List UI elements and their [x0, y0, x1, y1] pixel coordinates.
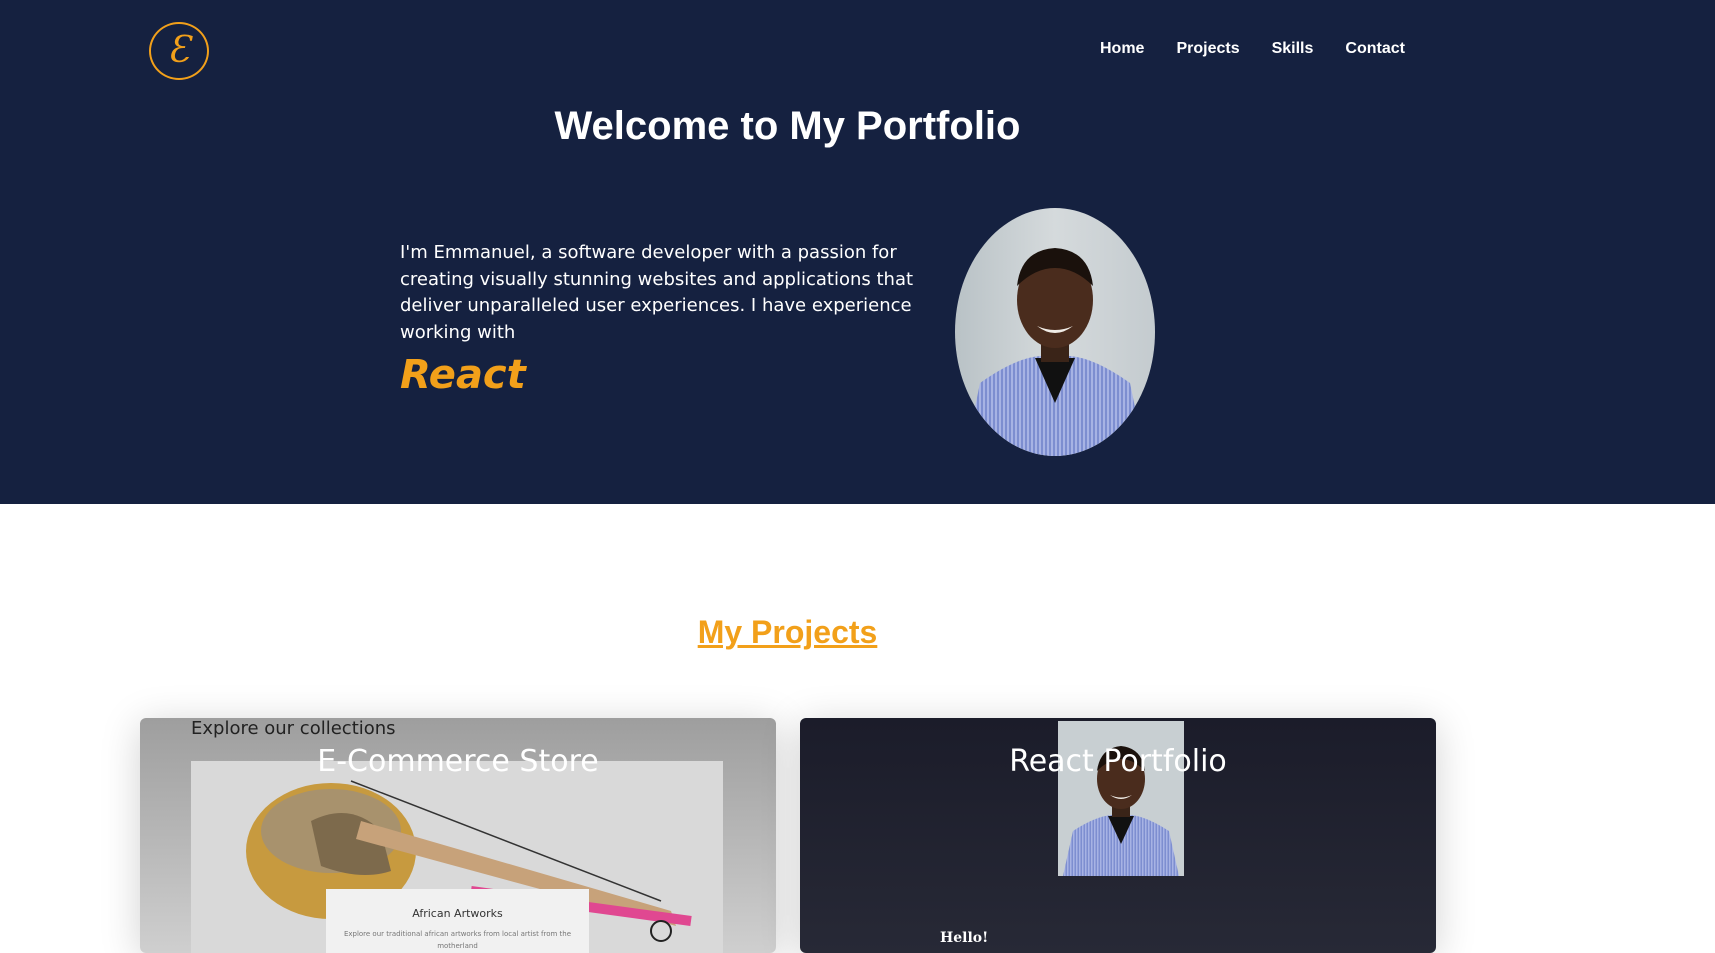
nav-home[interactable]: Home: [1100, 40, 1144, 58]
projects-heading[interactable]: My Projects: [0, 614, 1575, 651]
explore-text: Explore our collections: [191, 718, 396, 739]
hello-text: Hello!: [940, 930, 989, 946]
logo[interactable]: Ɛ: [149, 22, 209, 80]
card-title-ecommerce: E-Commerce Store: [317, 744, 599, 779]
nav-projects[interactable]: Projects: [1176, 40, 1239, 58]
artworks-box-title: African Artworks: [412, 907, 503, 920]
artworks-box: African Artworks Explore our traditional…: [326, 889, 589, 953]
nav-contact[interactable]: Contact: [1345, 40, 1405, 58]
nav-skills[interactable]: Skills: [1272, 40, 1314, 58]
main-nav: Home Projects Skills Contact: [1100, 40, 1405, 58]
page-title: Welcome to My Portfolio: [554, 104, 1021, 148]
project-card-react-portfolio[interactable]: Hello! React Portfolio: [800, 718, 1436, 953]
profile-portrait: [955, 208, 1155, 456]
intro-text: I'm Emmanuel, a software developer with …: [400, 242, 914, 343]
project-card-ecommerce[interactable]: Explore our collections African Artworks…: [140, 718, 776, 953]
portrait-image: [955, 208, 1155, 456]
tech-highlight: React: [400, 352, 526, 398]
card-title-react-portfolio: React Portfolio: [1009, 744, 1227, 779]
logo-glyph: Ɛ: [167, 30, 191, 71]
hero-section: Ɛ Home Projects Skills Contact Welcome t…: [0, 0, 1715, 504]
artworks-box-desc: Explore our traditional african artworks…: [343, 930, 572, 950]
